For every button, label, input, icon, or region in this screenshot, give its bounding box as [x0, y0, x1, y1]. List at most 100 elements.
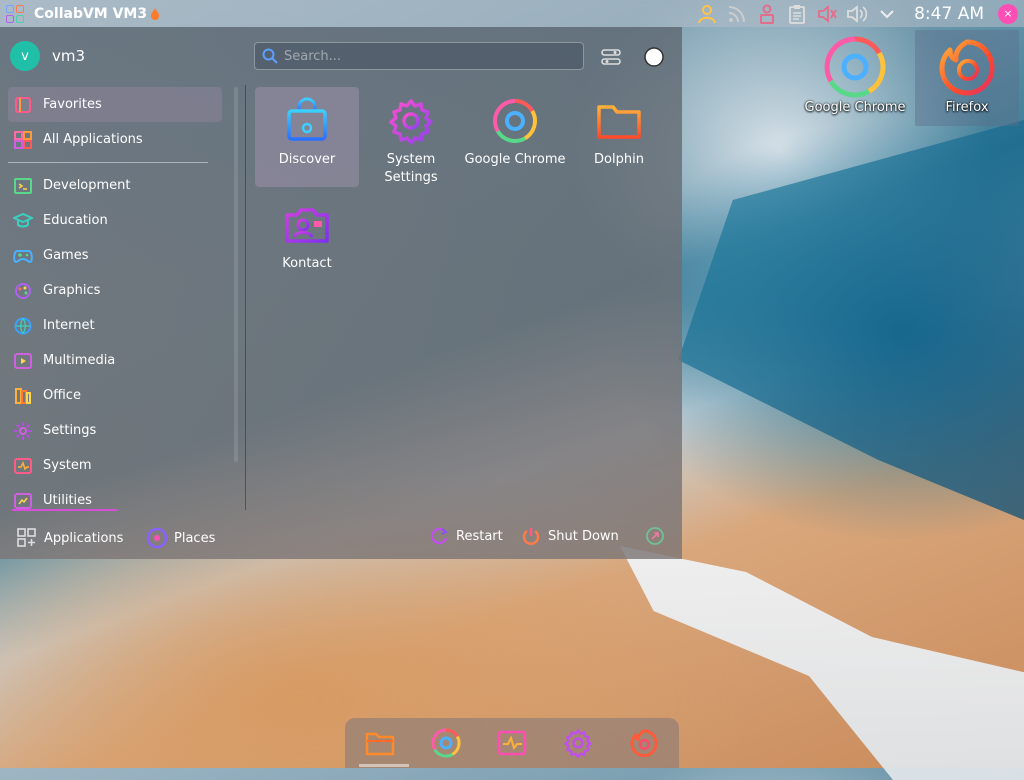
sidebar-item-label: Office [43, 388, 81, 403]
restart-button[interactable]: Restart [428, 525, 503, 547]
sidebar-item-all-applications[interactable]: All Applications [8, 122, 233, 157]
pin-icon[interactable] [643, 46, 665, 68]
sidebar-item-label: All Applications [43, 132, 143, 147]
wallpaper-shape [678, 120, 1024, 520]
sidebar-item-games[interactable]: Games [8, 238, 233, 273]
search-input[interactable] [282, 47, 583, 65]
places-tab[interactable]: Places [146, 527, 215, 549]
avatar[interactable]: v [10, 41, 40, 71]
sidebar-item-label: Graphics [43, 283, 101, 298]
sidebar-item-graphics[interactable]: Graphics [8, 273, 233, 308]
category-sidebar: Favorites All Applications Development E… [8, 87, 233, 512]
sidebar-highlight-underline [12, 509, 117, 511]
launcher-footer: Applications Places Restart Shut Down [0, 519, 682, 559]
shutdown-button[interactable]: Shut Down [520, 525, 619, 547]
education-icon [12, 210, 34, 232]
sidebar-item-label: System [43, 458, 92, 473]
chevron-down-icon[interactable] [876, 3, 898, 25]
sidebar-item-development[interactable]: Development [8, 168, 233, 203]
user-row[interactable]: v vm3 [10, 41, 85, 71]
window-title: CollabVM VM3 [34, 5, 148, 22]
sidebar-item-favorites[interactable]: Favorites [8, 87, 222, 122]
close-icon[interactable]: × [998, 3, 1018, 24]
internet-icon [12, 315, 34, 337]
app-menu-icon[interactable] [4, 3, 26, 25]
application-launcher: v vm3 Favorites All Applications [0, 27, 682, 559]
multimedia-icon [12, 350, 34, 372]
clipboard-icon[interactable] [786, 3, 808, 25]
dolphin-icon [597, 105, 641, 139]
desktop-icon-google-chrome[interactable]: Google Chrome [803, 30, 907, 126]
sidebar-item-utilities[interactable]: Utilities [8, 483, 233, 512]
dock-chrome[interactable] [428, 726, 464, 760]
app-tile-dolphin[interactable]: Dolphin [567, 87, 671, 187]
favorites-icon [12, 94, 34, 116]
clock[interactable]: 8:47 AM [914, 4, 984, 24]
bottom-dock [345, 718, 679, 768]
kontact-icon [285, 208, 329, 243]
sidebar-item-label: Utilities [43, 493, 92, 508]
configure-icon[interactable] [600, 46, 622, 68]
app-tile-kontact[interactable]: Kontact [255, 191, 359, 291]
dock-firefox[interactable] [626, 726, 662, 760]
top-panel: CollabVM VM3 8:47 AM × [0, 0, 1024, 27]
firefox-icon [630, 729, 658, 758]
dock-system-monitor[interactable] [494, 726, 530, 760]
desktop-icon-firefox[interactable]: Firefox [915, 30, 1019, 126]
shutdown-label: Shut Down [548, 528, 619, 544]
all-applications-icon [12, 129, 34, 151]
microphone-muted-icon[interactable] [816, 3, 838, 25]
dock-dolphin[interactable] [362, 726, 398, 760]
firefox-icon [939, 39, 995, 96]
applications-tab-label: Applications [44, 530, 124, 546]
system-settings-icon [564, 729, 592, 758]
sidebar-item-label: Settings [43, 423, 97, 438]
chrome-icon [824, 36, 886, 98]
applications-tab[interactable]: Applications [16, 527, 123, 549]
search-icon [262, 48, 278, 64]
sidebar-item-internet[interactable]: Internet [8, 308, 233, 343]
chrome-icon [431, 728, 461, 758]
dolphin-icon [365, 732, 395, 756]
sidebar-item-office[interactable]: Office [8, 378, 233, 413]
user-lock-icon[interactable] [756, 3, 778, 25]
settings-icon [12, 420, 34, 442]
sidebar-scrollbar[interactable] [234, 87, 238, 462]
app-label: Google Chrome [464, 152, 566, 167]
system-monitor-icon [497, 730, 527, 756]
applications-grid-icon [16, 527, 38, 549]
sidebar-item-label: Internet [43, 318, 95, 333]
app-label: System Settings [384, 152, 438, 185]
volume-icon[interactable] [846, 3, 868, 25]
wallpaper-wave [620, 546, 1024, 780]
shutdown-icon [520, 525, 542, 547]
app-tile-discover[interactable]: Discover [255, 87, 359, 187]
desktop-icon-label: Firefox [945, 100, 989, 115]
desktop-icon-label: Google Chrome [804, 100, 906, 115]
app-tile-system-settings[interactable]: System Settings [359, 87, 463, 187]
sidebar-item-label: Education [43, 213, 108, 228]
search-box[interactable] [254, 42, 584, 70]
sidebar-separator [8, 162, 208, 163]
sidebar-item-label: Multimedia [43, 353, 116, 368]
sidebar-item-label: Development [43, 178, 131, 193]
user-icon[interactable] [696, 3, 718, 25]
places-tab-label: Places [174, 530, 216, 546]
sidebar-item-multimedia[interactable]: Multimedia [8, 343, 233, 378]
app-tile-google-chrome[interactable]: Google Chrome [463, 87, 567, 187]
sidebar-item-label: Games [43, 248, 89, 263]
sidebar-item-system[interactable]: System [8, 448, 233, 483]
sidebar-item-education[interactable]: Education [8, 203, 233, 238]
system-settings-icon [389, 99, 433, 145]
chrome-icon [493, 99, 537, 143]
user-name: vm3 [52, 47, 86, 65]
sidebar-item-settings[interactable]: Settings [8, 413, 233, 448]
rss-icon[interactable] [726, 3, 748, 25]
panel-divider [245, 85, 246, 510]
restart-icon [428, 525, 450, 547]
dock-active-indicator [359, 764, 409, 767]
dock-system-settings[interactable] [560, 726, 596, 760]
graphics-icon [12, 280, 34, 302]
leave-options-button[interactable] [644, 525, 672, 547]
development-icon [12, 175, 34, 197]
